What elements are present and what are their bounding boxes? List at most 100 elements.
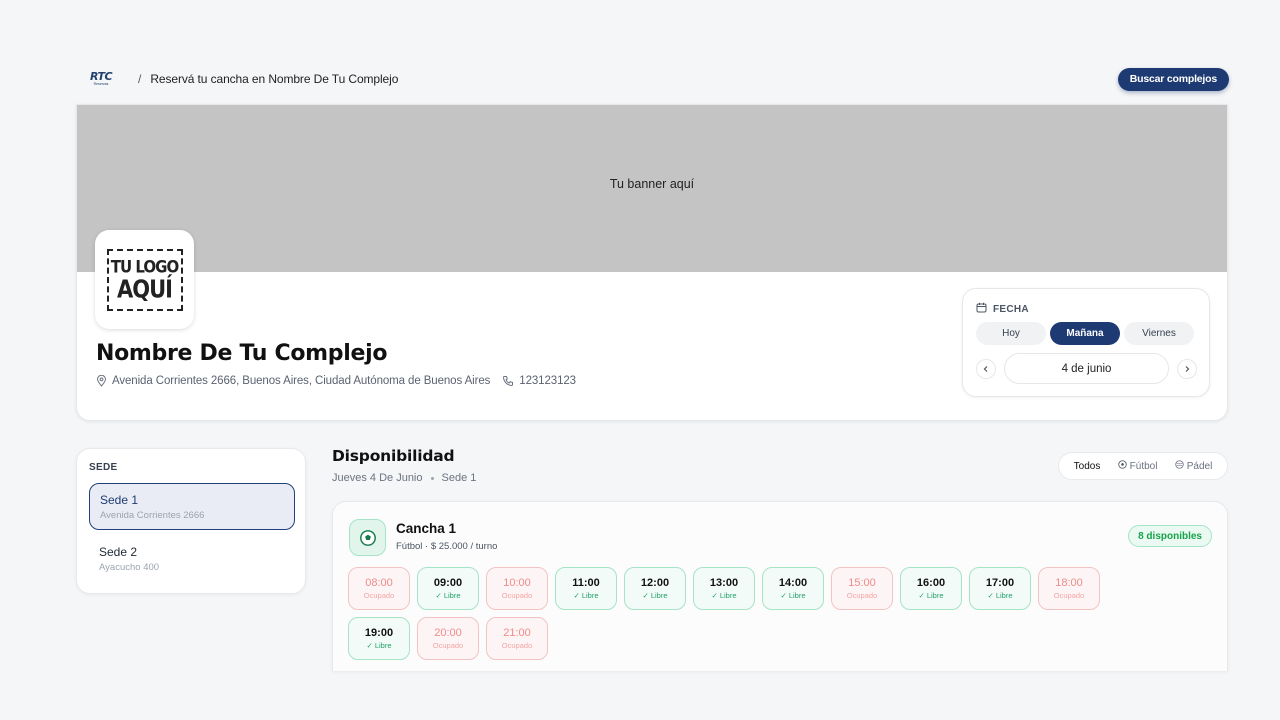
slot-time: 11:00 bbox=[572, 577, 600, 589]
slot-time: 21:00 bbox=[503, 627, 531, 639]
slot-status: Ocupado bbox=[432, 641, 464, 650]
court-name: Cancha 1 bbox=[396, 521, 457, 536]
current-date-field[interactable]: 4 de junio bbox=[1004, 353, 1169, 384]
calendar-icon bbox=[976, 302, 987, 316]
court-info: Fútbol · $ 25.000 / turno bbox=[396, 541, 498, 552]
time-slot-grid: 08:00 Ocupado 09:00 ✓ Libre 10:00 Ocupado 11:0… bbox=[348, 567, 1168, 660]
time-slot[interactable]: 17:00 ✓ Libre bbox=[969, 567, 1031, 610]
slot-status: ✓ Libre bbox=[780, 591, 806, 600]
complex-address: Avenida Corrientes 2666, Buenos Aires, C… bbox=[112, 375, 491, 387]
logo-line-1: TU LOGO bbox=[110, 256, 179, 277]
breadcrumb-separator: / bbox=[138, 72, 142, 86]
phone-icon bbox=[502, 375, 514, 387]
slot-time: 17:00 bbox=[985, 577, 1015, 589]
time-slot[interactable]: 14:00 ✓ Libre bbox=[762, 567, 824, 610]
sede-item-2[interactable]: Sede 2 Ayacucho 400 bbox=[89, 536, 295, 583]
slot-time: 12:00 bbox=[640, 577, 670, 589]
chevron-left-icon[interactable] bbox=[976, 358, 996, 379]
filter-futbol[interactable]: Fútbol bbox=[1117, 460, 1158, 472]
sede-address: Ayacucho 400 bbox=[99, 562, 160, 573]
complex-logo: TU LOGO AQUÍ bbox=[95, 230, 194, 329]
sede-title: SEDE bbox=[89, 462, 118, 473]
sport-filter: Todos Fútbol Pádel bbox=[1058, 452, 1228, 480]
sede-name: Sede 2 bbox=[99, 545, 138, 559]
availability-title: Disponibilidad bbox=[332, 447, 455, 465]
filter-label: Todos bbox=[1073, 460, 1101, 472]
time-slot: 10:00 Ocupado bbox=[486, 567, 548, 610]
sede-selector: SEDE Sede 1 Avenida Corrientes 2666 Sede… bbox=[76, 448, 306, 594]
filter-padel[interactable]: Pádel bbox=[1175, 460, 1213, 472]
filter-todos[interactable]: Todos bbox=[1074, 461, 1101, 472]
time-slot[interactable]: 09:00 ✓ Libre bbox=[417, 567, 479, 610]
date-picker-card: FECHA Hoy Mañana Viernes 4 de junio bbox=[962, 288, 1210, 397]
slot-time: 13:00 bbox=[709, 577, 739, 589]
slot-status: Ocupado bbox=[846, 591, 878, 600]
availability-sede: Sede 1 bbox=[441, 472, 477, 484]
slot-status: ✓ Libre bbox=[918, 591, 944, 600]
date-option-manana[interactable]: Mañana bbox=[1050, 322, 1120, 345]
filter-label: Fútbol bbox=[1129, 460, 1158, 472]
slot-status: ✓ Libre bbox=[987, 591, 1013, 600]
slot-status: Ocupado bbox=[501, 641, 533, 650]
slot-time: 09:00 bbox=[433, 577, 463, 589]
slot-time: 10:00 bbox=[503, 577, 531, 589]
slot-time: 14:00 bbox=[778, 577, 808, 589]
time-slot[interactable]: 19:00 ✓ Libre bbox=[348, 617, 410, 660]
slot-status: ✓ Libre bbox=[711, 591, 737, 600]
complex-meta: Avenida Corrientes 2666, Buenos Aires, C… bbox=[96, 375, 576, 387]
availability-date: Jueves 4 De Junio bbox=[332, 472, 423, 484]
banner-placeholder: Tu banner aquí bbox=[77, 105, 1227, 272]
slot-status: ✓ Libre bbox=[573, 591, 599, 600]
phone-group[interactable]: 123123123 bbox=[502, 375, 576, 387]
slot-status: Ocupado bbox=[501, 591, 533, 600]
brand-logo-letters: RTC bbox=[89, 70, 113, 83]
location-pin-icon bbox=[96, 375, 107, 387]
court-card: Cancha 1 Fútbol · $ 25.000 / turno 8 dis… bbox=[332, 501, 1228, 671]
brand-logo[interactable]: RTC Reservas bbox=[82, 70, 120, 88]
slot-time: 18:00 bbox=[1055, 577, 1083, 589]
slot-time: 16:00 bbox=[916, 577, 946, 589]
padel-ball-icon bbox=[1175, 460, 1184, 472]
soccer-ball-icon bbox=[349, 519, 386, 556]
complex-hero-card: Tu banner aquí TU LOGO AQUÍ Nombre De Tu… bbox=[76, 104, 1228, 421]
chevron-right-icon[interactable] bbox=[1177, 358, 1197, 379]
time-slot[interactable]: 11:00 ✓ Libre bbox=[555, 567, 617, 610]
slot-time: 08:00 bbox=[365, 577, 393, 589]
separator-dot bbox=[430, 476, 434, 480]
availability-subtitle: Jueves 4 De Junio Sede 1 bbox=[332, 472, 476, 484]
search-complexes-button[interactable]: Buscar complejos bbox=[1117, 67, 1229, 91]
time-slot: 20:00 Ocupado bbox=[417, 617, 479, 660]
slot-time: 15:00 bbox=[848, 577, 876, 589]
logo-placeholder: TU LOGO AQUÍ bbox=[106, 248, 183, 311]
slot-status: ✓ Libre bbox=[642, 591, 668, 600]
brand-logo-sub: Reservas bbox=[93, 82, 109, 86]
time-slot[interactable]: 13:00 ✓ Libre bbox=[693, 567, 755, 610]
slot-time: 19:00 bbox=[364, 627, 394, 639]
slot-time: 20:00 bbox=[434, 627, 462, 639]
time-slot[interactable]: 12:00 ✓ Libre bbox=[624, 567, 686, 610]
sede-address: Avenida Corrientes 2666 bbox=[100, 510, 205, 521]
date-option-viernes[interactable]: Viernes bbox=[1124, 322, 1194, 345]
time-slot: 18:00 Ocupado bbox=[1038, 567, 1100, 610]
sede-item-1[interactable]: Sede 1 Avenida Corrientes 2666 bbox=[89, 483, 295, 530]
filter-label: Pádel bbox=[1186, 460, 1213, 472]
complex-phone: 123123123 bbox=[519, 375, 576, 387]
top-bar: RTC Reservas / Reservá tu cancha en Nomb… bbox=[76, 66, 1229, 92]
time-slot: 08:00 Ocupado bbox=[348, 567, 410, 610]
time-slot: 15:00 Ocupado bbox=[831, 567, 893, 610]
available-count-badge: 8 disponibles bbox=[1128, 525, 1212, 547]
page-title: Reservá tu cancha en Nombre De Tu Comple… bbox=[150, 72, 399, 86]
sede-name: Sede 1 bbox=[100, 493, 139, 507]
slot-status: Ocupado bbox=[363, 591, 395, 600]
slot-status: ✓ Libre bbox=[435, 591, 461, 600]
slot-status: ✓ Libre bbox=[366, 641, 392, 650]
soccer-ball-icon bbox=[1117, 460, 1127, 472]
date-option-hoy[interactable]: Hoy bbox=[976, 322, 1046, 345]
banner-text: Tu banner aquí bbox=[609, 176, 695, 191]
complex-name: Nombre De Tu Complejo bbox=[96, 341, 388, 366]
logo-line-2: AQUÍ bbox=[117, 274, 173, 303]
date-navigator: 4 de junio bbox=[976, 353, 1197, 384]
time-slot[interactable]: 16:00 ✓ Libre bbox=[900, 567, 962, 610]
date-label: FECHA bbox=[993, 303, 1029, 315]
date-quick-options: Hoy Mañana Viernes bbox=[976, 322, 1194, 345]
